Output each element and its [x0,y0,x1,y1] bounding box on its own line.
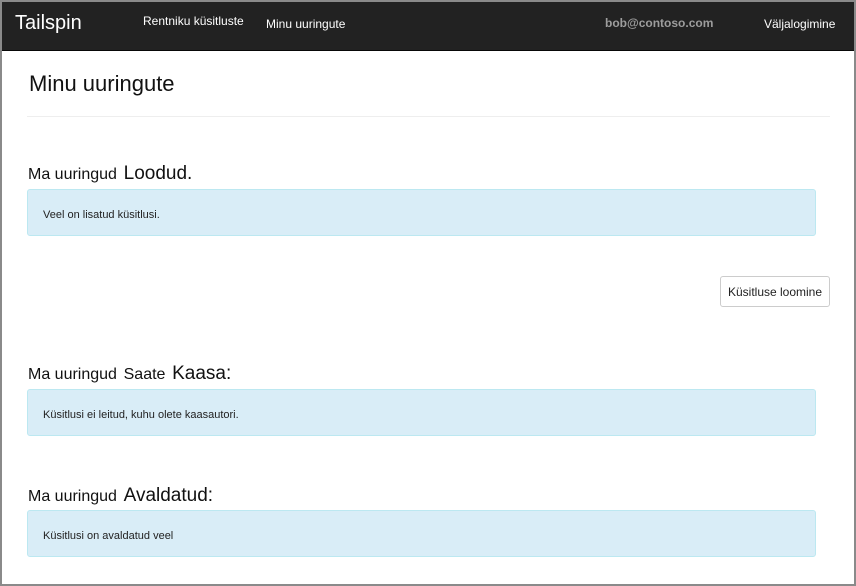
top-navbar: Tailspin Rentniku küsitluste Minu uuring… [0,0,856,51]
title-divider [27,116,830,117]
user-email: bob@contoso.com [605,16,714,30]
brand-link[interactable]: Tailspin [15,12,82,35]
nav-tenant-surveys[interactable]: Rentniku küsitluste [143,14,244,28]
created-surveys-message: Veel on lisatud küsitlusi. [43,209,160,221]
create-survey-button[interactable]: Küsitluse loomine [720,276,830,307]
coauthor-surveys-message: Küsitlusi ei leitud, kuhu olete kaasauto… [43,409,239,421]
created-heading-label: Loodud. [123,163,193,184]
published-surveys-info-alert: Küsitlusi on avaldatud veel [27,510,816,557]
coauthor-heading-label: Kaasa: [172,363,232,384]
coauthor-heading-prefix: Ma uuringud [28,366,117,383]
coauthor-surveys-info-alert: Küsitlusi ei leitud, kuhu olete kaasauto… [27,389,816,436]
coauthor-heading-middle: Saate [123,366,166,383]
page-title: Minu uuringute [29,71,175,96]
nav-my-surveys[interactable]: Minu uuringute [266,17,345,31]
coauthor-surveys-heading: Ma uuringud Saate Kaasa: [28,358,231,386]
logout-link[interactable]: Väljalogimine [764,17,835,31]
published-surveys-message: Küsitlusi on avaldatud veel [43,530,174,542]
published-heading-prefix: Ma uuringud [28,488,117,505]
created-surveys-heading: Ma uuringud Loodud. [28,158,192,186]
published-heading-label: Avaldatud: [123,485,214,506]
created-heading-prefix: Ma uuringud [28,166,117,183]
created-surveys-info-alert: Veel on lisatud küsitlusi. [27,189,816,236]
published-surveys-heading: Ma uuringud Avaldatud: [28,480,213,508]
